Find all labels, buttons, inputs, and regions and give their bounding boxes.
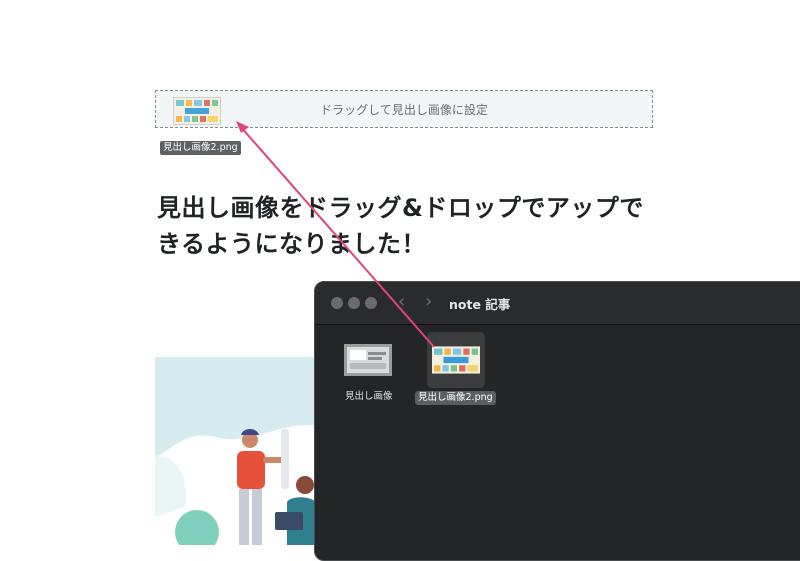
finder-window[interactable]: ‹ › note 記事 見出し画像 見出し画像2.png	[314, 281, 800, 561]
headline-line-2: きるようになりました！	[157, 230, 427, 258]
dragged-file-name-label: 見出し画像2.png	[160, 141, 241, 155]
close-window-button[interactable]	[331, 297, 343, 309]
article-headline: 見出し画像をドラッグ&ドロップでアップで きるようになりました！	[157, 190, 657, 262]
forward-chevron-icon[interactable]: ›	[425, 292, 432, 312]
headline-line-1: 見出し画像をドラッグ&ドロップでアップで	[157, 194, 644, 222]
file-item[interactable]: 見出し画像	[341, 342, 401, 402]
article-illustration	[155, 357, 325, 545]
zoom-window-button[interactable]	[365, 297, 377, 309]
file-name-label: 見出し画像	[345, 391, 393, 402]
minimize-window-button[interactable]	[348, 297, 360, 309]
back-chevron-icon[interactable]: ‹	[398, 292, 405, 312]
finder-toolbar: ‹ › note 記事	[315, 282, 800, 325]
image-file-thumbnail-icon	[344, 344, 392, 376]
dropzone-label: ドラッグして見出し画像に設定	[320, 103, 488, 117]
file-item-selected[interactable]: 見出し画像2.png	[415, 332, 501, 408]
image-file-thumbnail-icon	[432, 346, 480, 374]
file-name-label: 見出し画像2.png	[415, 391, 496, 405]
dragged-image-thumbnail	[173, 97, 221, 125]
finder-title: note 記事	[449, 297, 511, 312]
header-image-dropzone[interactable]: ドラッグして見出し画像に設定	[155, 90, 653, 128]
